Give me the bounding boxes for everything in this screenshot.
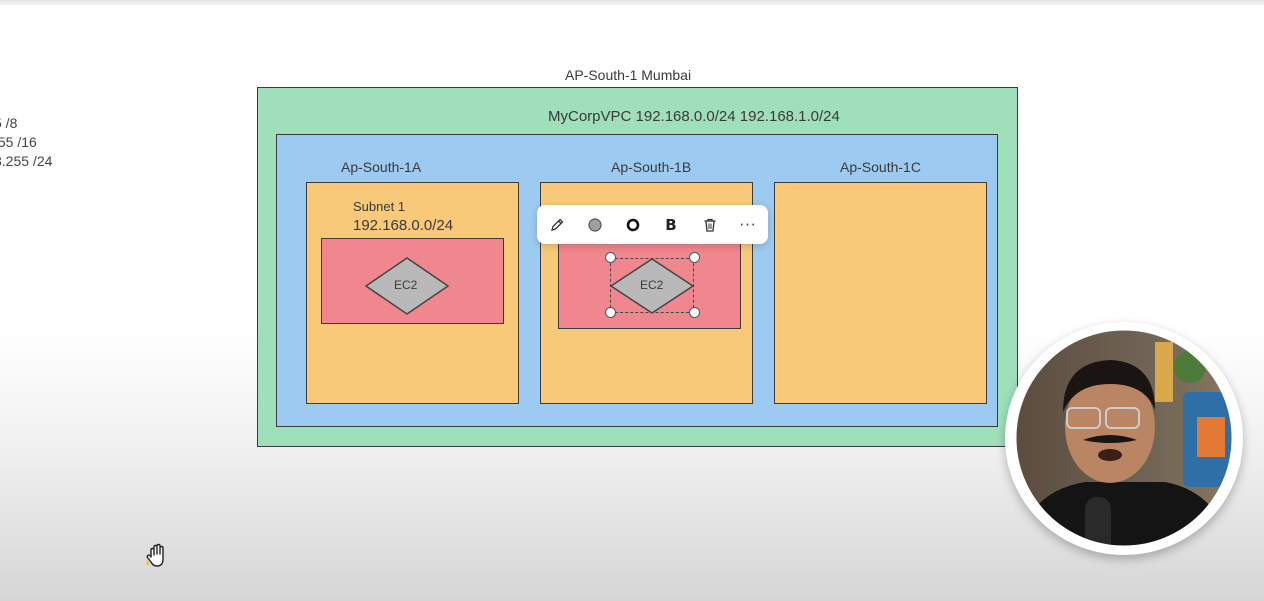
az-label-b: Ap-South-1B: [611, 159, 692, 175]
presenter-webcam: [1005, 322, 1243, 555]
ec2-label-a: EC2: [394, 278, 418, 292]
resize-handle-bottom-left[interactable]: [605, 307, 616, 318]
trash-icon[interactable]: [698, 213, 722, 237]
vpc-label: MyCorpVPC 192.168.0.0/24 192.168.1.0/24: [548, 108, 840, 125]
more-options-button[interactable]: ···: [736, 213, 760, 237]
subnet-name: Subnet 1: [353, 199, 406, 214]
hand-pan-icon: [146, 543, 164, 567]
az-label-c: Ap-South-1C: [840, 159, 921, 175]
shape-toolbar: B ···: [537, 205, 768, 244]
top-edge: [0, 0, 1264, 5]
resize-handle-bottom-right[interactable]: [689, 307, 700, 318]
resize-handle-top-right[interactable]: [689, 252, 700, 263]
region-label: AP-South-1 Mumbai: [565, 67, 692, 83]
subnet-cidr: 192.168.0.0/24: [353, 217, 454, 234]
fill-color-icon[interactable]: [583, 213, 607, 237]
selection-box: [610, 258, 694, 313]
az-label-a: Ap-South-1A: [341, 159, 422, 175]
presenter-video: [1011, 325, 1237, 551]
pencil-icon[interactable]: [545, 213, 569, 237]
resize-handle-top-left[interactable]: [605, 252, 616, 263]
side-note: 3.255 /24: [0, 153, 53, 169]
side-note: 5 /8: [0, 115, 18, 131]
bold-button[interactable]: B: [659, 213, 683, 237]
az-box-c[interactable]: [774, 182, 987, 404]
stroke-icon[interactable]: [621, 213, 645, 237]
side-note: .55 /16: [0, 134, 37, 150]
